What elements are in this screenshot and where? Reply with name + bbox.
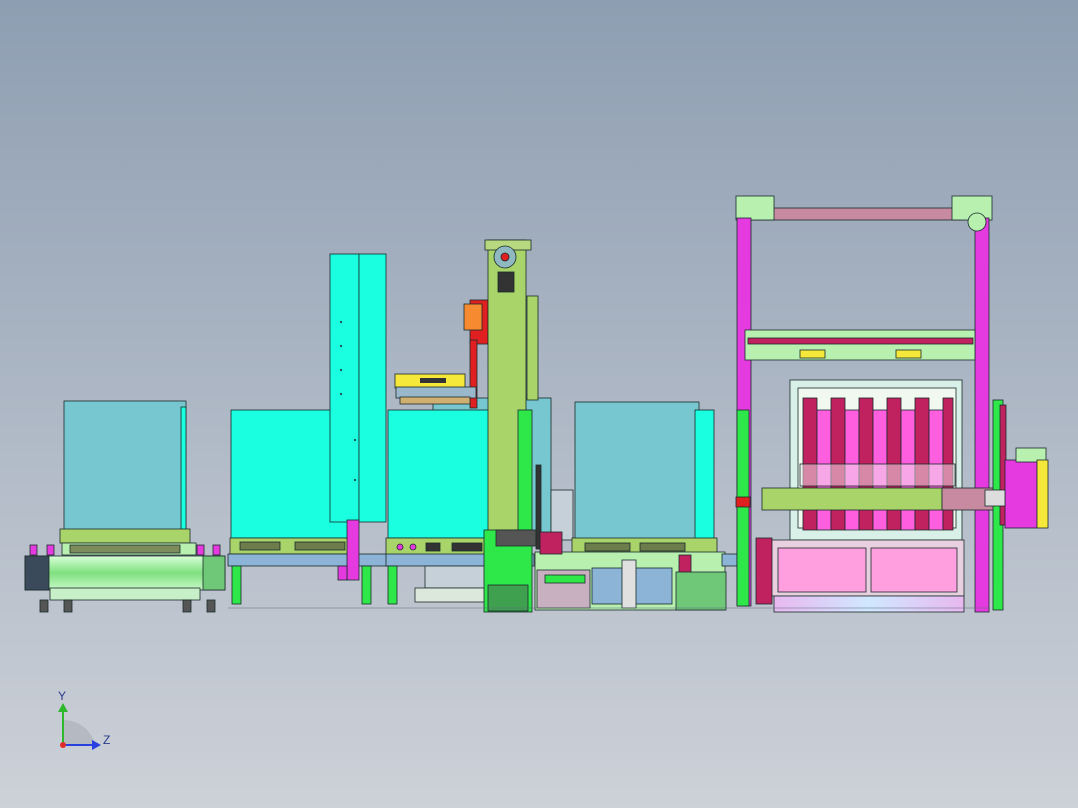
frame-top-beam [739,207,981,221]
upper-carriage [744,329,976,361]
axis-x-marker [60,742,66,748]
cad-viewport[interactable]: Y Z [0,0,1078,808]
load-box-left [63,400,187,540]
frame-right-post [974,217,990,613]
load-box-teal-3 [574,401,700,541]
film-supply [1004,459,1038,529]
axis-y-label: Y [58,689,66,703]
pallet-left [59,528,191,544]
conveyor-left [24,555,226,591]
load-box-cyan-2 [387,409,506,539]
axis-z-label: Z [103,733,110,747]
roller-table-1 [227,553,389,567]
